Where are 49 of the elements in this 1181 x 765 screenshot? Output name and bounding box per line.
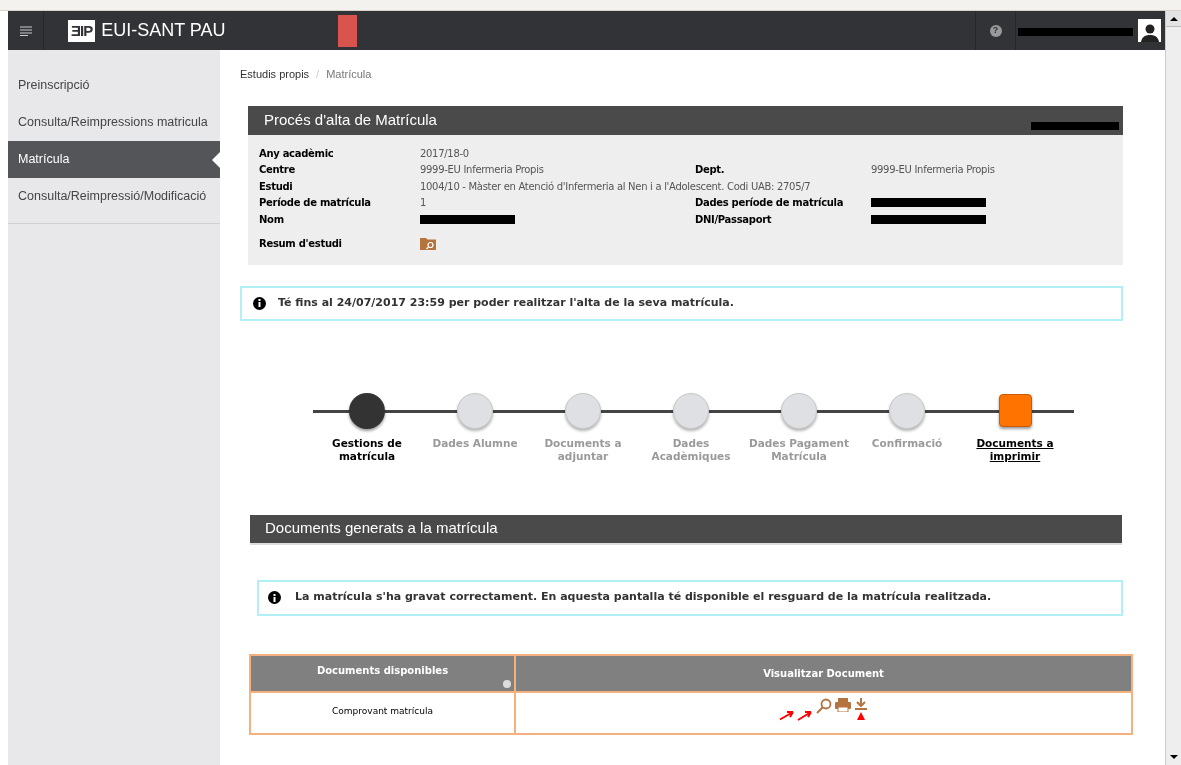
field-label: Any acadèmic: [259, 146, 335, 161]
sidebar-item[interactable]: Consulta/Reimpressió/Modificació: [8, 178, 220, 215]
step-label: Dades Alumne: [431, 436, 519, 450]
field-value: 1: [420, 197, 427, 209]
avatar-icon[interactable]: [1138, 19, 1161, 42]
scrollbar[interactable]: [1165, 11, 1181, 765]
help-icon[interactable]: ?: [989, 24, 1002, 37]
arrow-annotation-drawing: [779, 709, 813, 721]
breadcrumb-separator: /: [316, 66, 320, 82]
brand-name: EUI-SANT PAU: [101, 19, 226, 42]
step-label: Dades Acadèmiques: [650, 436, 732, 463]
step-label[interactable]: Documents a imprimir: [965, 436, 1065, 463]
search-icon[interactable]: [816, 697, 832, 714]
field-label: Dades període de matrícula: [695, 196, 845, 211]
table-cell: Comprovant matrícula: [251, 692, 516, 733]
step-label: Confirmació: [870, 436, 944, 450]
field-label: Període de matrícula: [259, 196, 372, 211]
field-value: 9999-EU Infermeria Propis: [871, 164, 995, 176]
info-text: La matrícula s'ha gravat correctament. En aquesta pantalla té disponible el resguard de la matrícula realitzada.: [295, 589, 992, 606]
step-label: Documents a adjuntar: [543, 436, 623, 463]
field-label: Nom: [259, 212, 285, 227]
field-label: Centre: [259, 163, 296, 178]
field-label: Dept.: [695, 163, 726, 178]
column-header: Visualitzar Document: [762, 666, 885, 681]
field-value: 2017/18-0: [420, 147, 469, 159]
download-icon[interactable]: [854, 697, 868, 720]
step-label: Gestions de matrícula: [331, 436, 403, 463]
folder-search-icon[interactable]: [420, 236, 437, 250]
info-text: Té fins al 24/07/2017 23:59 per poder realitzar l'alta de la seva matrícula.: [278, 294, 734, 311]
sidebar-item[interactable]: Preinscripció: [8, 67, 220, 104]
info-icon: [268, 591, 281, 604]
breadcrumb-link[interactable]: Estudis propis: [240, 65, 310, 83]
field-value: 1004/10 - Màster en Atenció d'Infermeria al Nen i a l'Adolescent. Codi UAB: 2705/7: [420, 180, 811, 192]
sidebar-item[interactable]: Consulta/Reimpressions matricula: [8, 104, 220, 141]
field-value: 9999-EU Infermeria Propis: [420, 164, 544, 176]
section-title: Documents generats a la matrícula: [265, 518, 498, 539]
breadcrumb-current: Matrícula: [326, 66, 372, 82]
sidebar-item[interactable]: Matrícula: [8, 141, 220, 178]
field-label: Estudi: [259, 179, 294, 194]
field-label: DNI/Passaport: [695, 212, 773, 227]
field-label: Resum d'estudi: [259, 236, 343, 251]
redacted-block: [337, 14, 357, 47]
step-label: Dades Pagament Matrícula: [749, 436, 849, 463]
sort-icon[interactable]: [503, 679, 511, 688]
info-icon: [253, 296, 266, 310]
print-icon[interactable]: [835, 697, 851, 712]
card-title: Procés d'alta de Matrícula: [264, 110, 437, 131]
logo-mark: ƎIP: [68, 19, 96, 42]
column-header[interactable]: Documents disponibles: [251, 655, 516, 691]
